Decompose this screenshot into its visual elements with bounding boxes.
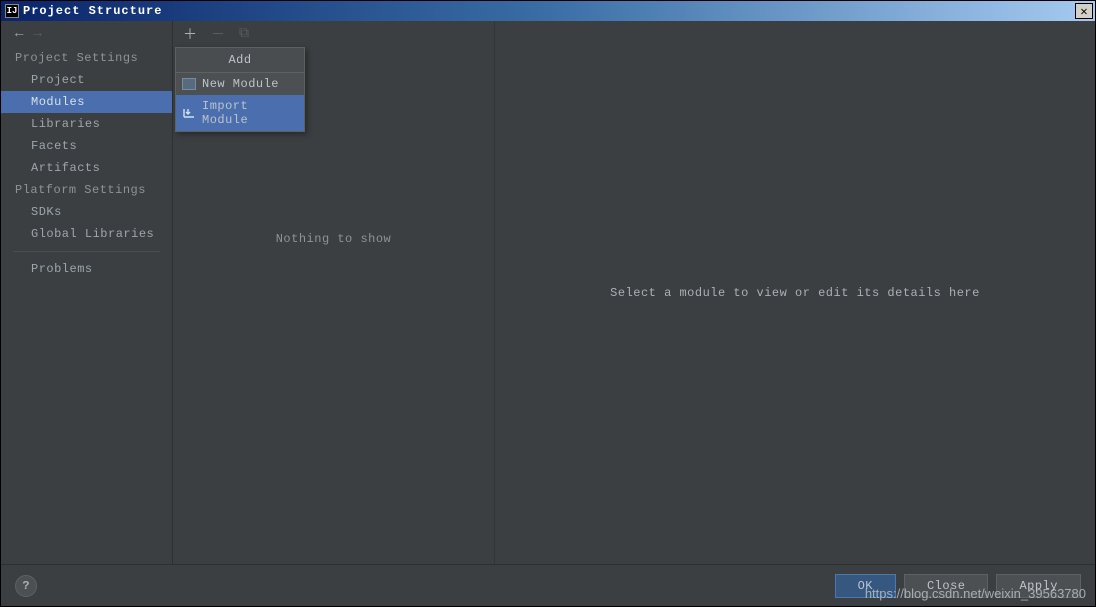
modules-toolbar: ＋ － ⧉ — [173, 21, 494, 47]
ok-button[interactable]: OK — [835, 574, 896, 598]
sidebar-item-sdks[interactable]: SDKs — [1, 201, 172, 223]
popup-title: Add — [176, 48, 304, 73]
sidebar-item-project[interactable]: Project — [1, 69, 172, 91]
nav-arrows: ← → — [1, 21, 172, 47]
detail-panel: Select a module to view or edit its deta… — [495, 21, 1095, 564]
apply-button[interactable]: Apply — [996, 574, 1081, 598]
sidebar-item-problems[interactable]: Problems — [1, 258, 172, 280]
app-icon: IJ — [5, 4, 19, 18]
modules-empty-text: Nothing to show — [173, 232, 494, 246]
add-icon[interactable]: ＋ — [183, 24, 197, 44]
popup-item-label: Import Module — [202, 99, 298, 127]
add-popup: Add New Module Import Module — [175, 47, 305, 132]
detail-empty-text: Select a module to view or edit its deta… — [610, 286, 980, 300]
modules-panel: ＋ － ⧉ Add New Module Import Module Nothi… — [173, 21, 495, 564]
sidebar-item-libraries[interactable]: Libraries — [1, 113, 172, 135]
import-icon — [182, 107, 196, 119]
popup-item-import-module[interactable]: Import Module — [176, 95, 304, 131]
popup-item-new-module[interactable]: New Module — [176, 73, 304, 95]
forward-arrow-icon[interactable]: → — [33, 26, 41, 42]
sidebar-item-artifacts[interactable]: Artifacts — [1, 157, 172, 179]
content-area: ← → Project Settings Project Modules Lib… — [1, 21, 1095, 564]
sidebar-section-platform-settings: Platform Settings — [1, 179, 172, 201]
cancel-button[interactable]: Close — [904, 574, 989, 598]
sidebar: ← → Project Settings Project Modules Lib… — [1, 21, 173, 564]
sidebar-item-modules[interactable]: Modules — [1, 91, 172, 113]
footer: ? OK Close Apply — [1, 564, 1095, 606]
title-bar: IJ Project Structure ✕ — [1, 1, 1095, 21]
close-icon[interactable]: ✕ — [1075, 3, 1093, 19]
sidebar-item-facets[interactable]: Facets — [1, 135, 172, 157]
folder-icon — [182, 78, 196, 90]
copy-icon[interactable]: ⧉ — [239, 26, 249, 42]
popup-item-label: New Module — [202, 77, 279, 91]
window-title: Project Structure — [23, 4, 162, 18]
remove-icon[interactable]: － — [211, 24, 225, 44]
project-structure-window: IJ Project Structure ✕ ← → Project Setti… — [0, 0, 1096, 607]
back-arrow-icon[interactable]: ← — [15, 26, 23, 42]
help-button[interactable]: ? — [15, 575, 37, 597]
sidebar-item-global-libraries[interactable]: Global Libraries — [1, 223, 172, 245]
sidebar-section-project-settings: Project Settings — [1, 47, 172, 69]
sidebar-divider — [13, 251, 160, 252]
